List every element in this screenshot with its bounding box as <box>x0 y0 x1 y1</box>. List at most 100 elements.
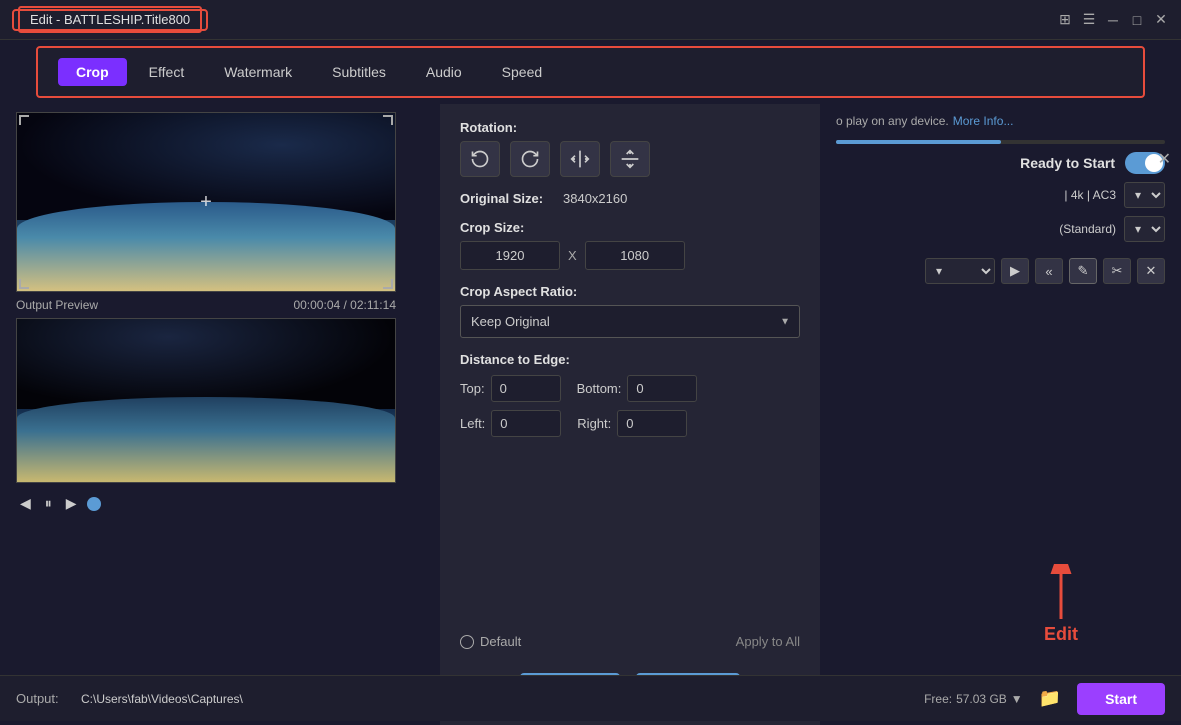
top-video-preview: + <box>16 112 396 292</box>
progress-bar-fill <box>836 140 1001 144</box>
crop-size-row: X <box>460 241 800 270</box>
rotate-cw-button[interactable] <box>510 141 550 177</box>
rotation-label: Rotation: <box>460 120 800 135</box>
panel-close-button[interactable]: ✕ <box>1158 149 1171 169</box>
play-info-text: o play on any device. <box>836 114 949 128</box>
standard-row: (Standard) ▾ <box>836 216 1165 242</box>
tab-speed[interactable]: Speed <box>484 58 560 86</box>
bottom-label: Bottom: <box>577 381 622 396</box>
close-button[interactable]: ✕ <box>1153 12 1169 28</box>
right-label: Right: <box>577 416 611 431</box>
preview-label-row: Output Preview 00:00:04 / 02:11:14 <box>16 298 396 312</box>
horizon-bg <box>17 202 395 291</box>
timestamp-label: 00:00:04 / 02:11:14 <box>293 298 396 312</box>
chevron-down-icon: ▼ <box>1011 692 1023 706</box>
tab-effect[interactable]: Effect <box>131 58 203 86</box>
edit-annotation: Edit <box>1041 564 1081 645</box>
start-button[interactable]: Start <box>1077 683 1165 715</box>
more-info-link[interactable]: More Info... <box>953 114 1014 128</box>
original-size-row: Original Size: 3840x2160 <box>460 191 800 206</box>
main-layout: + Output Preview 00:00:04 / 02:11:14 ◀ ⏸… <box>0 104 1181 725</box>
crop-corner-br[interactable] <box>383 279 393 289</box>
right-input[interactable] <box>617 410 687 437</box>
stars-bg-2 <box>17 319 395 409</box>
rewind-btn2[interactable]: « <box>1035 258 1063 284</box>
crosshair-icon: + <box>200 191 212 214</box>
playback-controls: ◀ ⏸ ▶ <box>16 489 396 518</box>
output-preview-label: Output Preview <box>16 298 98 312</box>
rotate-ccw-button[interactable] <box>460 141 500 177</box>
distance-section: Distance to Edge: Top: Bottom: Left: Rig… <box>460 352 800 437</box>
progress-bar <box>836 140 1165 144</box>
folder-button[interactable]: 📁 <box>1033 688 1067 709</box>
cut-btn2[interactable]: ✂ <box>1103 258 1131 284</box>
pause-button[interactable]: ⏸ <box>41 493 56 514</box>
crop-aspect-section: Crop Aspect Ratio: Keep Original 16:9 4:… <box>460 284 800 338</box>
standard-select[interactable]: ▾ <box>1124 216 1165 242</box>
maximize-button[interactable]: □ <box>1129 12 1145 28</box>
default-button[interactable]: Default <box>460 634 521 649</box>
output-bar: Output: C:\Users\fab\Videos\Captures\ Fr… <box>0 675 1181 721</box>
output-label: Output: <box>16 691 71 706</box>
flip-h-button[interactable] <box>560 141 600 177</box>
flip-v-button[interactable] <box>610 141 650 177</box>
title-area: Edit - BATTLESHIP.Title800 <box>12 9 208 31</box>
play-btn2[interactable]: ▶ <box>1001 258 1029 284</box>
edit-btn2[interactable]: ✎ <box>1069 258 1097 284</box>
minimize-button[interactable]: ─ <box>1105 12 1121 28</box>
bottom-input[interactable] <box>627 375 697 402</box>
crop-corner-tl[interactable] <box>19 115 29 125</box>
ready-row: Ready to Start <box>836 152 1165 174</box>
output-free: Free: 57.03 GB ▼ <box>924 692 1023 706</box>
crop-height-input[interactable] <box>585 241 685 270</box>
crop-aspect-label: Crop Aspect Ratio: <box>460 284 800 299</box>
crop-corner-bl[interactable] <box>19 279 29 289</box>
menu-icon[interactable]: ☰ <box>1081 12 1097 28</box>
tab-subtitles[interactable]: Subtitles <box>314 58 404 86</box>
crop-x-separator: X <box>568 248 577 263</box>
edit-label: Edit <box>1044 624 1078 645</box>
bottom-actions: Default Apply to All <box>460 624 800 649</box>
left-input[interactable] <box>491 410 561 437</box>
prev-button[interactable]: ◀ <box>16 493 35 514</box>
next-button[interactable]: ▶ <box>62 493 81 514</box>
output-path: C:\Users\fab\Videos\Captures\ <box>81 692 914 706</box>
format-text: | 4k | AC3 <box>1064 188 1116 202</box>
crop-size-section: Crop Size: X <box>460 220 800 270</box>
top-label: Top: <box>460 381 485 396</box>
free-value: 57.03 GB <box>956 692 1007 706</box>
standard-text: (Standard) <box>1059 222 1116 236</box>
earth-background-2 <box>17 319 395 482</box>
format-row: | 4k | AC3 ▾ <box>836 182 1165 208</box>
original-size-value: 3840x2160 <box>563 191 627 206</box>
left-label: Left: <box>460 416 485 431</box>
crop-settings-panel: Rotation: <box>440 104 820 725</box>
rotation-section: Rotation: <box>460 120 800 177</box>
distance-label: Distance to Edge: <box>460 352 800 367</box>
title-bar: Edit - BATTLESHIP.Title800 ⊞ ☰ ─ □ ✕ <box>0 0 1181 40</box>
thumbnail-icon[interactable]: ⊞ <box>1057 12 1073 28</box>
tab-bar: Crop Effect Watermark Subtitles Audio Sp… <box>36 46 1145 98</box>
delete-btn2[interactable]: ✕ <box>1137 258 1165 284</box>
crop-corner-tr[interactable] <box>383 115 393 125</box>
crop-aspect-select[interactable]: Keep Original 16:9 4:3 1:1 <box>460 305 800 338</box>
red-arrow-icon <box>1041 564 1081 624</box>
tab-watermark[interactable]: Watermark <box>206 58 310 86</box>
crop-width-input[interactable] <box>460 241 560 270</box>
progress-indicator[interactable] <box>87 497 101 511</box>
original-size-label: Original Size: <box>460 191 555 206</box>
playback-row2: ▾ ▶ « ✎ ✂ ✕ <box>836 258 1165 284</box>
top-input[interactable] <box>491 375 561 402</box>
rotation-row <box>460 141 800 177</box>
crop-size-label: Crop Size: <box>460 220 800 235</box>
right-panel: o play on any device. More Info... Ready… <box>820 104 1181 725</box>
default-icon <box>460 635 474 649</box>
window-title: Edit - BATTLESHIP.Title800 <box>18 6 202 33</box>
playback-select[interactable]: ▾ <box>925 258 995 284</box>
apply-all-button[interactable]: Apply to All <box>736 634 800 649</box>
bottom-video-preview <box>16 318 396 483</box>
tab-crop[interactable]: Crop <box>58 58 127 86</box>
format-select[interactable]: ▾ <box>1124 182 1165 208</box>
tab-audio[interactable]: Audio <box>408 58 480 86</box>
horizon-bg-2 <box>17 397 395 482</box>
